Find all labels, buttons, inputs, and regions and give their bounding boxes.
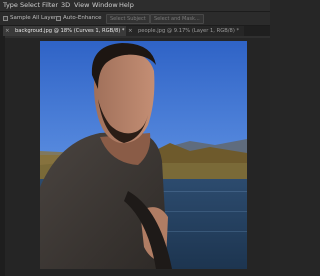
auto-enhance-label: Auto-Enhance xyxy=(63,15,102,21)
sample-all-layers-label: Sample All Layers xyxy=(10,15,60,21)
menu-3d[interactable]: 3D xyxy=(61,0,70,11)
menu-view[interactable]: View xyxy=(74,0,89,11)
select-and-mask-button[interactable]: Select and Mask... xyxy=(150,14,204,24)
ruler xyxy=(5,36,270,38)
tab-label: backgroud.jpg @ 18% (Curves 1, RGB/8) * xyxy=(15,28,125,34)
menu-type[interactable]: Type xyxy=(3,0,18,11)
menu-bar: Type Select Filter 3D View Window Help xyxy=(0,0,270,11)
sample-all-layers-checkbox[interactable] xyxy=(3,16,8,21)
composite-photo xyxy=(40,41,247,269)
menu-select[interactable]: Select xyxy=(20,0,40,11)
menu-help[interactable]: Help xyxy=(119,0,134,11)
tab-backgroud-jpg[interactable]: × backgroud.jpg @ 18% (Curves 1, RGB/8) … xyxy=(3,26,126,36)
tab-people-jpg[interactable]: × people.jpg @ 9.17% (Layer 1, RGB/8) * xyxy=(126,26,244,36)
document-canvas-image[interactable] xyxy=(40,41,247,269)
document-tab-bar: × backgroud.jpg @ 18% (Curves 1, RGB/8) … xyxy=(0,26,270,36)
tab-label: people.jpg @ 9.17% (Layer 1, RGB/8) * xyxy=(138,28,240,34)
menu-window[interactable]: Window xyxy=(92,0,118,11)
auto-enhance-checkbox[interactable] xyxy=(56,16,61,21)
toolbar-strip xyxy=(0,36,5,276)
tab-close-icon[interactable]: × xyxy=(128,26,133,36)
menu-filter[interactable]: Filter xyxy=(42,0,58,11)
tab-close-icon[interactable]: × xyxy=(5,26,10,36)
options-bar: Sample All Layers Auto-Enhance Select Su… xyxy=(0,11,270,26)
select-subject-button[interactable]: Select Subject xyxy=(106,14,150,24)
